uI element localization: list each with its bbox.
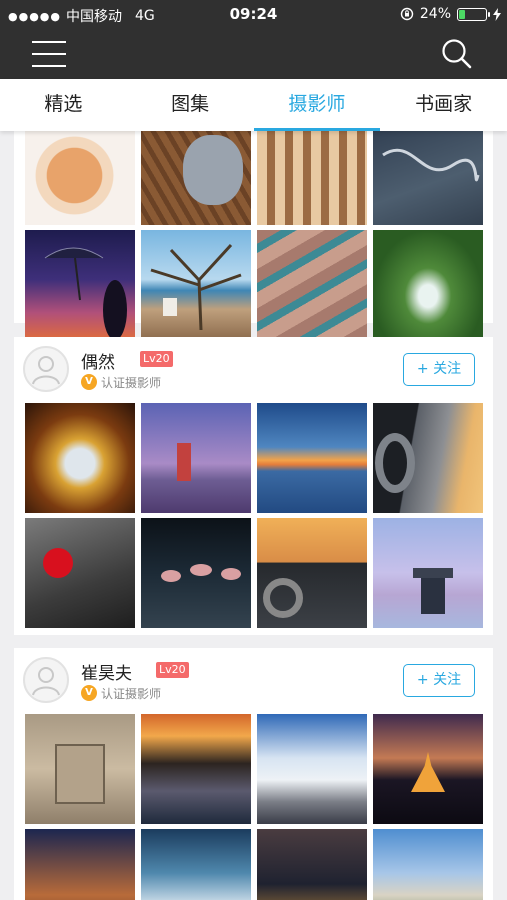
photo-thumbnail[interactable] <box>257 230 367 340</box>
avatar[interactable] <box>23 657 69 703</box>
photo-thumbnail[interactable] <box>257 403 367 513</box>
photo-thumbnail[interactable] <box>373 403 483 513</box>
verified-icon: V <box>81 374 97 390</box>
photo-grid <box>25 403 483 628</box>
photo-thumbnail[interactable] <box>373 131 483 225</box>
photo-thumbnail[interactable] <box>25 403 135 513</box>
photographer-card: 偶然 Lv20 V 认证摄影师 + 关注 <box>14 337 493 635</box>
tab-featured[interactable]: 精选 <box>0 79 127 131</box>
follow-button[interactable]: + 关注 <box>403 353 475 386</box>
verified-icon: V <box>81 685 97 701</box>
photographer-profile: 崔昊夫 Lv20 V 认证摄影师 + 关注 <box>23 657 483 707</box>
tab-photographers[interactable]: 摄影师 <box>253 79 381 131</box>
status-bar: ●●●●● 中国移动 4G 09:24 24% <box>0 0 507 30</box>
category-tabs: 精选 图集 摄影师 书画家 <box>0 79 507 131</box>
photo-thumbnail[interactable] <box>25 131 135 225</box>
level-badge: Lv20 <box>140 351 173 367</box>
photo-thumbnail[interactable] <box>25 230 135 340</box>
photo-thumbnail[interactable] <box>141 403 251 513</box>
tab-artists[interactable]: 书画家 <box>380 79 507 131</box>
verified-label: 认证摄影师 <box>101 376 162 390</box>
photo-thumbnail[interactable] <box>257 518 367 628</box>
hamburger-menu-icon[interactable] <box>32 40 66 68</box>
photo-thumbnail[interactable] <box>257 714 367 824</box>
search-icon[interactable] <box>441 38 473 70</box>
avatar[interactable] <box>23 346 69 392</box>
photographer-card: 崔昊夫 Lv20 V 认证摄影师 + 关注 <box>14 648 493 900</box>
photo-thumbnail[interactable] <box>257 829 367 900</box>
photo-thumbnail[interactable] <box>141 518 251 628</box>
default-avatar-icon <box>32 356 60 385</box>
photo-thumbnail[interactable] <box>257 131 367 225</box>
photo-thumbnail[interactable] <box>141 131 251 225</box>
verified-label: 认证摄影师 <box>101 687 162 701</box>
photo-thumbnail[interactable] <box>373 518 483 628</box>
level-badge: Lv20 <box>156 662 189 678</box>
default-avatar-icon <box>32 667 60 696</box>
tab-albums[interactable]: 图集 <box>127 79 254 131</box>
status-right: 24% <box>400 6 501 22</box>
photo-thumbnail[interactable] <box>373 829 483 900</box>
photographer-profile: 偶然 Lv20 V 认证摄影师 + 关注 <box>23 346 483 396</box>
photographer-name[interactable]: 偶然 <box>81 348 115 373</box>
photo-thumbnail[interactable] <box>25 518 135 628</box>
lightning-icon <box>493 7 501 21</box>
photo-thumbnail[interactable] <box>141 230 251 340</box>
rotation-lock-icon <box>400 7 414 21</box>
photo-thumbnail[interactable] <box>141 714 251 824</box>
photo-thumbnail[interactable] <box>25 714 135 824</box>
photo-thumbnail[interactable] <box>141 829 251 900</box>
photographer-feed[interactable]: 偶然 Lv20 V 认证摄影师 + 关注 崔昊夫 Lv20 V 认证摄影师 + … <box>0 131 507 900</box>
photo-thumbnail[interactable] <box>25 829 135 900</box>
photographer-name[interactable]: 崔昊夫 <box>81 659 132 684</box>
top-app-bar <box>0 30 507 79</box>
photographer-card <box>14 131 493 340</box>
photo-grid <box>25 714 483 900</box>
photo-thumbnail[interactable] <box>373 714 483 824</box>
photo-grid <box>25 131 483 340</box>
battery-icon <box>457 7 490 21</box>
follow-button[interactable]: + 关注 <box>403 664 475 697</box>
battery-percent: 24% <box>419 6 451 22</box>
photo-thumbnail[interactable] <box>373 230 483 340</box>
